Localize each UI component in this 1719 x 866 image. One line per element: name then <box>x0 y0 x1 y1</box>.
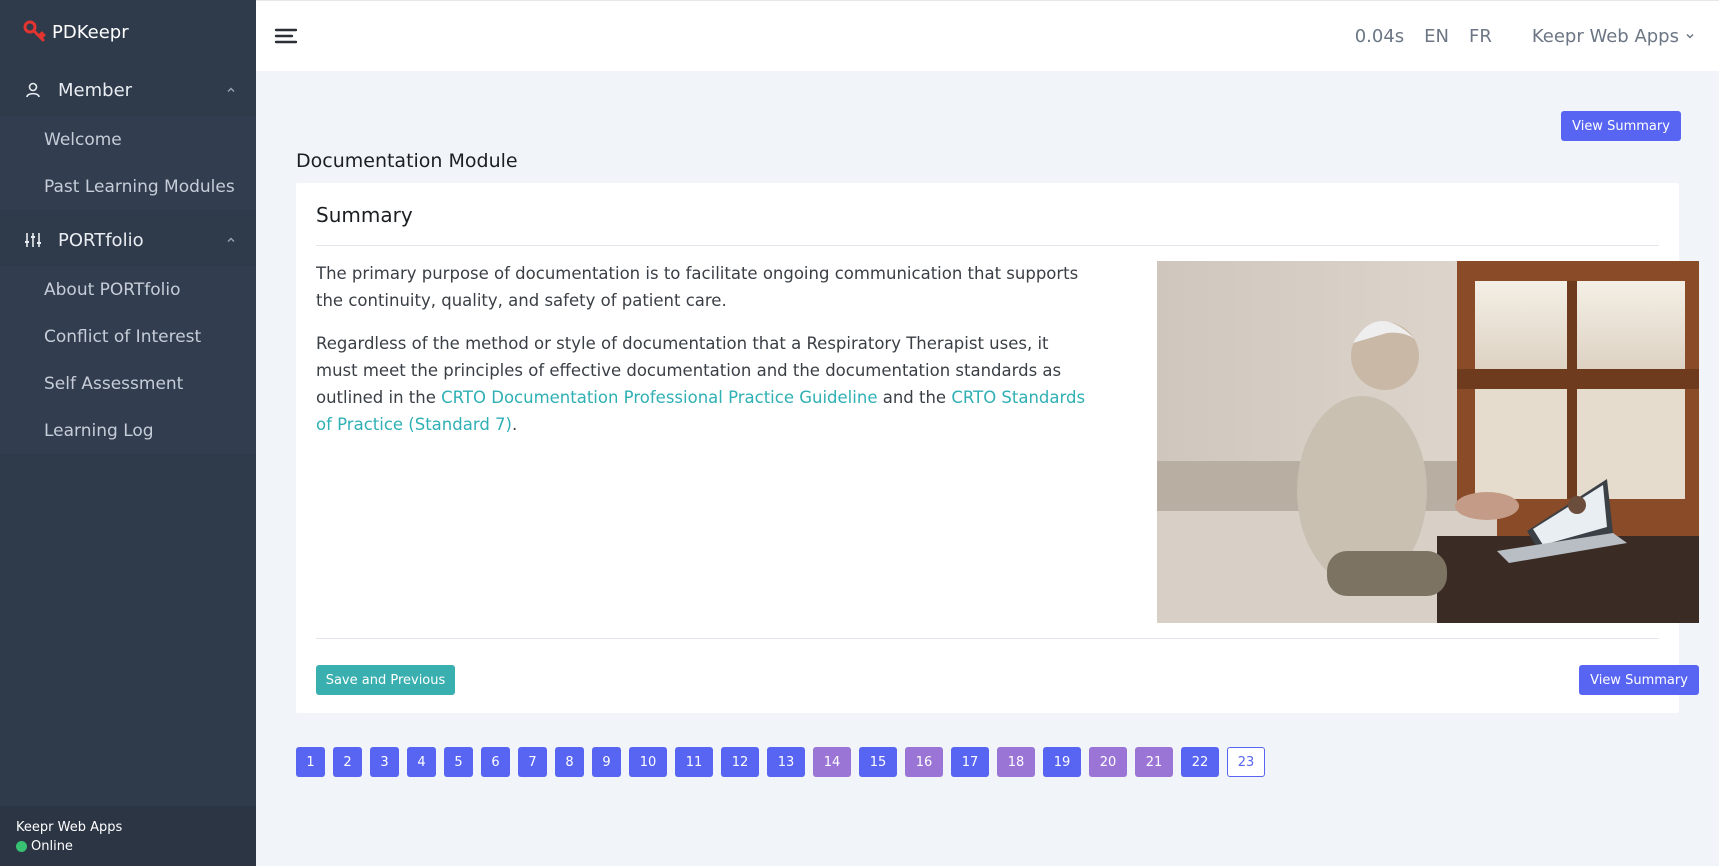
page-button-3[interactable]: 3 <box>370 747 399 777</box>
sidebar-item-self-assessment[interactable]: Self Assessment <box>0 360 256 407</box>
sidebar: PDKeepr Member Welcome Past Learning Mod… <box>0 0 256 866</box>
page-button-18[interactable]: 18 <box>997 747 1035 777</box>
page-button-4[interactable]: 4 <box>407 747 436 777</box>
page-button-17[interactable]: 17 <box>951 747 989 777</box>
page-button-22[interactable]: 22 <box>1181 747 1219 777</box>
page-button-16[interactable]: 16 <box>905 747 943 777</box>
lang-en-link[interactable]: EN <box>1424 26 1449 47</box>
page-button-9[interactable]: 9 <box>592 747 621 777</box>
view-summary-button[interactable]: View Summary <box>1579 665 1699 695</box>
lang-fr-link[interactable]: FR <box>1469 26 1492 47</box>
crto-documentation-guideline-link[interactable]: CRTO Documentation Professional Practice… <box>441 388 877 407</box>
page-button-2[interactable]: 2 <box>333 747 362 777</box>
page-button-23[interactable]: 23 <box>1227 747 1265 777</box>
view-summary-button[interactable]: View Summary <box>1561 111 1681 141</box>
page-button-10[interactable]: 10 <box>629 747 667 777</box>
main-content: View Summary Documentation Module Summar… <box>256 71 1719 866</box>
sidebar-footer: Keepr Web Apps Online <box>0 806 256 866</box>
chevron-up-icon <box>227 237 235 242</box>
sidebar-group-member[interactable]: Member <box>0 64 256 116</box>
page-button-13[interactable]: 13 <box>767 747 805 777</box>
sidebar-item-welcome[interactable]: Welcome <box>0 116 256 163</box>
app-menu-dropdown[interactable]: Keepr Web Apps <box>1512 26 1695 47</box>
hamburger-menu-icon[interactable] <box>274 26 300 46</box>
summary-text: The primary purpose of documentation is … <box>316 260 1086 454</box>
chevron-down-icon <box>1686 33 1694 39</box>
divider <box>316 245 1659 246</box>
footer-app-name: Keepr Web Apps <box>16 820 123 835</box>
sidebar-group-label: Member <box>58 79 133 101</box>
page-button-14[interactable]: 14 <box>813 747 851 777</box>
page-button-7[interactable]: 7 <box>518 747 547 777</box>
brand[interactable]: PDKeepr <box>0 0 256 64</box>
sidebar-group-label: PORTfolio <box>58 229 144 251</box>
summary-paragraph-1: The primary purpose of documentation is … <box>316 264 1079 310</box>
online-status: Online <box>16 839 256 854</box>
sidebar-item-past-learning-modules[interactable]: Past Learning Modules <box>0 163 256 210</box>
app-menu-label: Keepr Web Apps <box>1531 25 1679 47</box>
response-time: 0.04s <box>1354 25 1405 47</box>
paragraph-text: . <box>511 415 518 434</box>
top-bar: 0.04s EN FR Keepr Web Apps <box>256 0 1719 71</box>
top-bar-right: 0.04s EN FR Keepr Web Apps <box>1335 1 1695 71</box>
page-title: Documentation Module <box>296 150 518 172</box>
page-button-8[interactable]: 8 <box>555 747 584 777</box>
sidebar-item-about-portfolio[interactable]: About PORTfolio <box>0 266 256 313</box>
member-submenu: Welcome Past Learning Modules <box>0 116 256 210</box>
page-button-6[interactable]: 6 <box>481 747 510 777</box>
summary-card: Summary The primary purpose of documenta… <box>296 183 1699 713</box>
page-button-1[interactable]: 1 <box>296 747 325 777</box>
page-button-15[interactable]: 15 <box>859 747 897 777</box>
card-title: Summary <box>316 203 413 227</box>
page-button-12[interactable]: 12 <box>721 747 759 777</box>
page-button-11[interactable]: 11 <box>675 747 713 777</box>
portfolio-submenu: About PORTfolio Conflict of Interest Sel… <box>0 266 256 454</box>
sidebar-group-portfolio[interactable]: PORTfolio <box>0 214 256 266</box>
summary-paragraph-2: Regardless of the method or style of doc… <box>316 330 1086 438</box>
user-icon <box>24 81 42 99</box>
chevron-up-icon <box>227 87 235 92</box>
status-dot-icon <box>16 841 27 852</box>
key-icon <box>23 20 46 42</box>
paragraph-text: and the <box>877 388 952 407</box>
page-button-5[interactable]: 5 <box>444 747 473 777</box>
sliders-icon <box>24 231 42 249</box>
elderly-man-video-call-image <box>1157 261 1699 623</box>
page-button-20[interactable]: 20 <box>1089 747 1127 777</box>
save-and-previous-button[interactable]: Save and Previous <box>316 665 455 695</box>
sidebar-item-conflict-of-interest[interactable]: Conflict of Interest <box>0 313 256 360</box>
page-button-21[interactable]: 21 <box>1135 747 1173 777</box>
sidebar-item-learning-log[interactable]: Learning Log <box>0 407 256 454</box>
brand-name: PDKeepr <box>52 21 129 43</box>
page-button-19[interactable]: 19 <box>1043 747 1081 777</box>
status-text: Online <box>31 839 73 854</box>
divider <box>316 638 1659 639</box>
module-pagination: 1 2 3 4 5 6 7 8 9 10 11 12 13 14 15 16 17 18 19 20 21 22 23 <box>296 747 1273 777</box>
